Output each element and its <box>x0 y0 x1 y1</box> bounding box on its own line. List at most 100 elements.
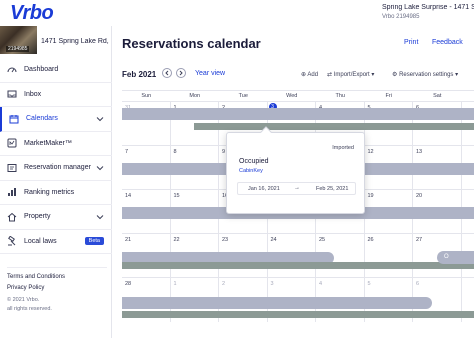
reservation-settings-button[interactable]: ⚙ Reservation settings ▾ <box>392 71 458 78</box>
day-number: 22 <box>173 237 180 243</box>
gavel-icon <box>7 236 17 246</box>
sidebar-item-ranking-metrics[interactable]: Ranking metrics <box>0 181 112 205</box>
sidebar-item-reservation-manager[interactable]: Reservation manager <box>0 156 112 181</box>
day-number: 26 <box>367 237 374 243</box>
import-export-button[interactable]: ⇄ Import/Export ▾ <box>327 71 374 78</box>
day-number: 15 <box>173 193 180 199</box>
reservation-bar[interactable] <box>122 108 474 120</box>
day-number: 3 <box>270 281 274 287</box>
house-icon <box>7 212 17 222</box>
day-number: 2 <box>222 281 226 287</box>
print-button[interactable]: Print <box>404 39 418 46</box>
reservation-bar[interactable] <box>122 311 474 318</box>
import-export-icon: ⇄ <box>327 72 333 78</box>
day-number: 1 <box>173 281 177 287</box>
chevron-down-icon[interactable] <box>96 164 104 172</box>
weekday-label: Thu <box>335 93 345 99</box>
end-date: Feb 25, 2021 <box>316 186 349 192</box>
inbox-icon <box>7 89 17 99</box>
header-property-name[interactable]: Spring Lake Surprise - 1471 Spring Lake … <box>382 4 474 11</box>
weekday-label: Sun <box>141 93 152 99</box>
reservation-popover[interactable]: Imported Occupied CabinKey Jan 16, 2021 … <box>226 126 365 214</box>
sidebar-item-label: Calendars <box>26 115 58 123</box>
start-date: Jan 16, 2021 <box>248 186 280 192</box>
sidebar-footer: Terms and Conditions Privacy Policy © 20… <box>7 267 107 314</box>
import-export-label: Import/Export <box>333 72 370 78</box>
day-number: 8 <box>173 149 177 155</box>
chevron-left-icon <box>165 70 169 76</box>
day-number: 20 <box>416 193 423 199</box>
gear-icon: ⚙ <box>392 72 398 78</box>
weekday-label: Wed <box>286 93 298 99</box>
sidebar-item-label: MarketMaker™ <box>24 139 72 147</box>
top-header: Vrbo Spring Lake Surprise - 1471 Spring … <box>0 0 474 26</box>
day-number: 28 <box>125 281 132 287</box>
popover-date-range: Jan 16, 2021 → Feb 25, 2021 <box>237 182 356 195</box>
privacy-link[interactable]: Privacy Policy <box>7 285 107 291</box>
property-thumbnail: 2194985 <box>0 26 37 54</box>
day-number: 27 <box>416 237 423 243</box>
imported-tag: Imported <box>332 145 354 151</box>
day-number: 5 <box>367 281 371 287</box>
chevron-down-icon[interactable] <box>96 213 104 221</box>
reservation-bar[interactable] <box>194 123 474 130</box>
calendar-toolbar: Feb 2021 Year view ⊕ Add ⇄ Import/Export… <box>113 66 474 84</box>
calendar-grid: Sun Mon Tue Wed Thu Fri Sat 311234567891… <box>122 90 474 338</box>
sidebar-item-calendars[interactable]: Calendars <box>0 107 112 132</box>
day-number: 21 <box>125 237 132 243</box>
day-number: 25 <box>319 237 326 243</box>
chevron-down-icon: ▾ <box>371 72 375 78</box>
marketmaker-icon <box>7 138 17 148</box>
weekday-header: Sun Mon Tue Wed Thu Fri Sat <box>122 90 474 101</box>
chevron-down-icon: ▾ <box>455 72 459 78</box>
popover-source-link[interactable]: CabinKey <box>239 168 263 174</box>
weekday-label: Fri <box>385 93 392 99</box>
day-number: 9 <box>222 149 226 155</box>
weekday-label: Mon <box>189 93 201 99</box>
sidebar-item-label: Inbox <box>24 90 42 98</box>
month-label: Feb 2021 <box>122 70 157 79</box>
header-property-id: Vrbo 2194985 <box>382 14 420 20</box>
sidebar-item-label: Property <box>24 213 51 221</box>
sidebar-nav: Dashboard Inbox Calendars MarketMaker™ R… <box>0 58 112 254</box>
beta-badge: Beta <box>84 236 104 245</box>
calendar-day-cell[interactable]: 26 <box>365 234 413 278</box>
weekday-label: Tue <box>238 93 248 99</box>
sidebar-item-label: Dashboard <box>24 66 59 74</box>
reservation-chip[interactable]: O <box>437 251 474 264</box>
next-month-button[interactable] <box>176 68 186 78</box>
feedback-button[interactable]: Feedback <box>432 39 463 46</box>
main-content: Reservations calendar Print Feedback Feb… <box>113 26 474 338</box>
page-title: Reservations calendar <box>122 36 261 51</box>
day-number: 23 <box>222 237 229 243</box>
sidebar-item-local-laws[interactable]: Local laws Beta <box>0 230 112 254</box>
calendar-icon <box>9 114 19 124</box>
reservation-bar[interactable] <box>122 297 432 309</box>
add-button[interactable]: ⊕ Add <box>301 71 318 78</box>
terms-link[interactable]: Terms and Conditions <box>7 274 107 280</box>
reservation-settings-label: Reservation settings <box>399 72 454 78</box>
sidebar-item-dashboard[interactable]: Dashboard <box>0 58 112 83</box>
day-number: 6 <box>416 281 420 287</box>
sidebar-item-inbox[interactable]: Inbox <box>0 83 112 107</box>
popover-title: Occupied <box>239 158 269 165</box>
day-number: 19 <box>367 193 374 199</box>
sidebar-item-marketmaker[interactable]: MarketMaker™ <box>0 132 112 156</box>
property-thumbnail-id: 2194985 <box>6 46 30 52</box>
sidebar-item-property[interactable]: Property <box>0 205 112 230</box>
day-number: 7 <box>125 149 129 155</box>
year-view-link[interactable]: Year view <box>195 70 225 77</box>
reservation-bar[interactable] <box>122 262 474 269</box>
day-number: 14 <box>125 193 132 199</box>
ranking-icon <box>7 187 17 197</box>
speedometer-icon <box>7 65 17 75</box>
day-number: 13 <box>416 149 423 155</box>
rights-text: all rights reserved. <box>7 306 52 312</box>
weekday-label: Sat <box>433 93 442 99</box>
vrbo-logo[interactable]: Vrbo <box>10 2 54 25</box>
property-card[interactable]: 2194985 1471 Spring Lake Rd, Cl <box>0 26 112 56</box>
chevron-down-icon[interactable] <box>96 115 104 123</box>
chevron-right-icon <box>179 70 183 76</box>
sidebar: 2194985 1471 Spring Lake Rd, Cl Dashboar… <box>0 26 112 338</box>
prev-month-button[interactable] <box>162 68 172 78</box>
